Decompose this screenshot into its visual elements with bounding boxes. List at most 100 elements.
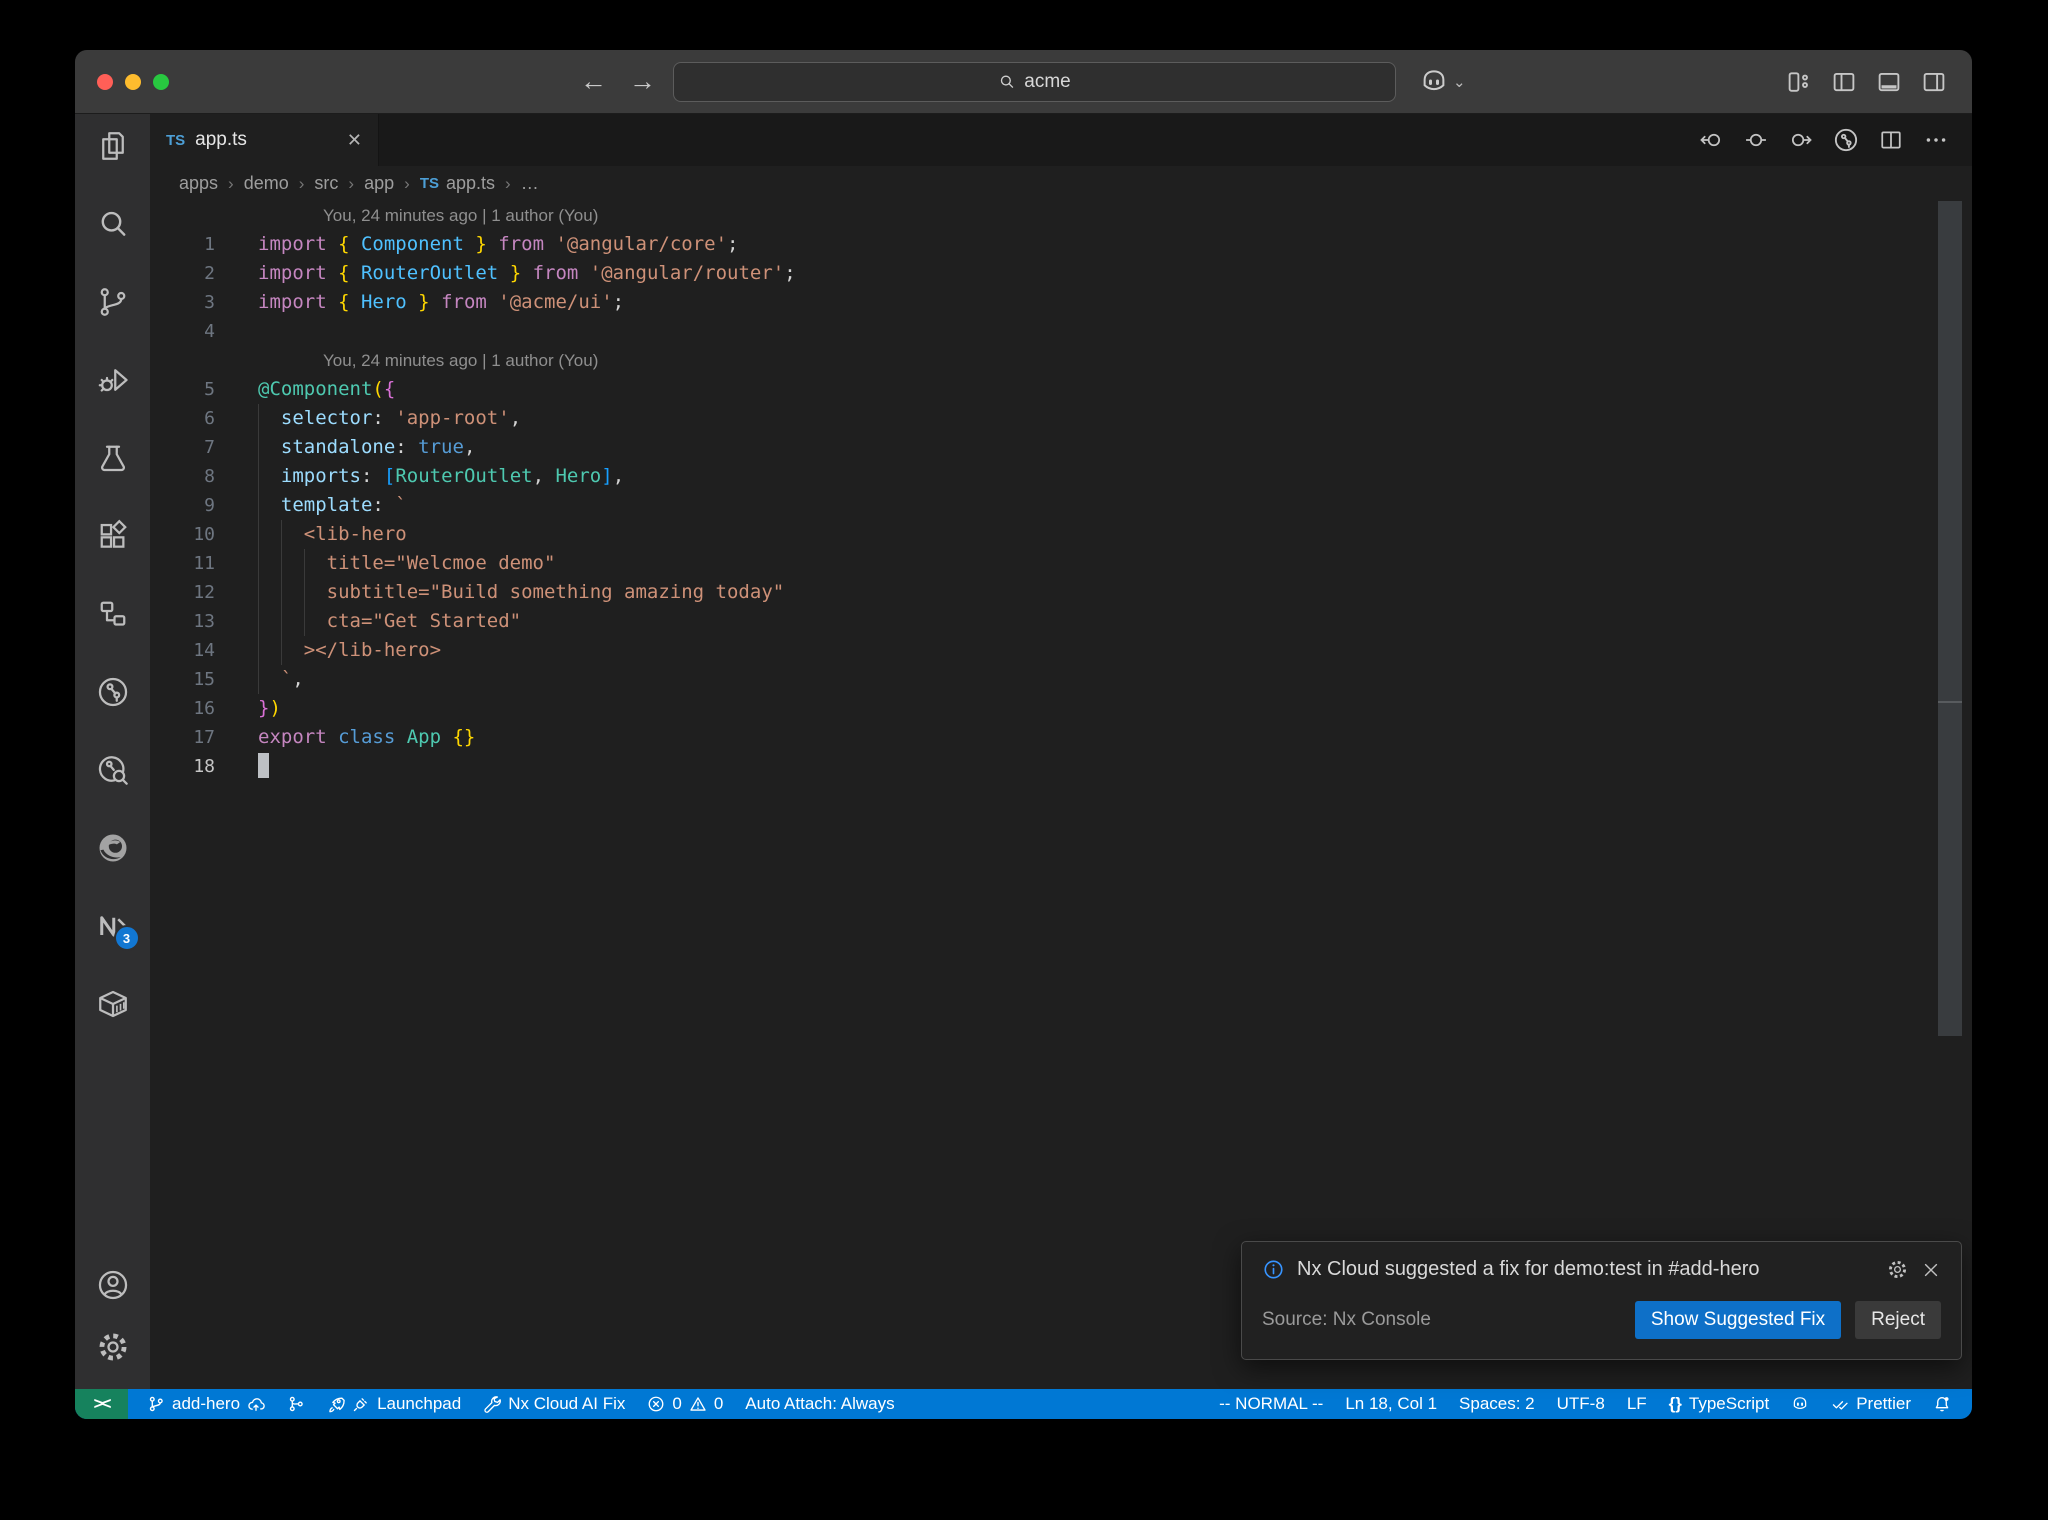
git-branch-icon	[247, 1395, 265, 1413]
go-forward-icon[interactable]: →	[629, 66, 656, 97]
go-back-icon[interactable]: ←	[580, 66, 607, 97]
status-vim-mode[interactable]: -- NORMAL --	[1208, 1389, 1334, 1419]
activity-item-gitlens[interactable]	[95, 674, 131, 710]
show-suggested-fix-button[interactable]: Show Suggested Fix	[1634, 1301, 1842, 1339]
status-nx-cloud-ai-fix[interactable]: Nx Cloud AI Fix	[472, 1389, 636, 1419]
breadcrumb-item[interactable]: apps	[179, 173, 218, 194]
status-encoding[interactable]: UTF-8	[1546, 1389, 1616, 1419]
activity-item-containers[interactable]	[95, 986, 131, 1022]
code-line: 10 <lib-hero	[150, 520, 1932, 549]
breadcrumb: apps › demo › src › app › TS app.ts ›…	[150, 166, 1972, 201]
copilot-menu[interactable]: ⌄	[1419, 50, 1466, 113]
toggle-primary-sidebar-button[interactable]	[1829, 67, 1859, 97]
close-window-button[interactable]	[97, 74, 113, 90]
status-bar: >< add-hero Launchpad Nx Cloud AI Fix 0 0 Aut…	[75, 1389, 1972, 1419]
status-prettier[interactable]: Prettier	[1820, 1389, 1922, 1419]
split-editor-button[interactable]	[1877, 126, 1905, 154]
vim-block-cursor	[258, 752, 269, 778]
tab-app-ts[interactable]: TS app.ts ✕	[150, 114, 379, 166]
customize-layout-button[interactable]	[1784, 67, 1814, 97]
activity-item-source-control[interactable]	[95, 284, 131, 320]
code-line: 6 selector: 'app-root',	[150, 404, 1932, 433]
scrollbar-slider[interactable]	[1938, 201, 1962, 1036]
chevron-right-icon: ›	[348, 173, 355, 193]
chevron-right-icon: ›	[298, 173, 305, 193]
line-number: 4	[204, 321, 215, 342]
chevron-right-icon: ›	[228, 173, 234, 193]
search-icon	[998, 73, 1016, 91]
breadcrumb-item[interactable]: src	[314, 173, 338, 194]
notification-settings-gear-icon[interactable]	[1886, 1258, 1909, 1281]
nav-back-icon	[1697, 126, 1725, 154]
status-git-graph[interactable]	[276, 1389, 316, 1419]
status-problems[interactable]: 00	[636, 1389, 734, 1419]
line-number: 6	[204, 408, 215, 429]
settings-icon	[95, 1329, 131, 1365]
status-eol[interactable]: LF	[1616, 1389, 1658, 1419]
nav-back-button[interactable]	[1697, 126, 1725, 154]
typescript-file-icon: TS	[419, 175, 439, 192]
activity-item-explorer[interactable]	[95, 128, 131, 164]
activity-item-edge-browser[interactable]	[95, 830, 131, 866]
notification-title: Nx Cloud suggested a fix for demo:test i…	[1297, 1258, 1760, 1280]
toggle-panel-icon	[1874, 67, 1904, 97]
activity-item-testing[interactable]	[95, 440, 131, 476]
indent-guide	[258, 404, 259, 694]
command-center-search[interactable]: acme	[673, 62, 1396, 102]
code-line: 8 imports: [RouterOutlet, Hero],	[150, 462, 1932, 491]
status-indentation[interactable]: Spaces: 2	[1448, 1389, 1546, 1419]
activity-item-nx-console[interactable]: 3	[95, 908, 140, 951]
copilot-icon	[1791, 1395, 1809, 1413]
window-controls	[97, 74, 169, 90]
status-notifications[interactable]	[1922, 1389, 1962, 1419]
breadcrumb-file[interactable]: TS app.ts	[420, 173, 495, 194]
editor-scrollbar[interactable]	[1938, 201, 1962, 1389]
commit-graph-button[interactable]	[1832, 126, 1860, 154]
split-editor-icon	[1877, 126, 1905, 154]
nx-badge: 3	[113, 925, 140, 951]
gitlens-search-icon	[95, 752, 131, 788]
status-language-mode[interactable]: {} TypeScript	[1658, 1389, 1781, 1419]
activity-item-references[interactable]	[95, 596, 131, 632]
close-icon[interactable]	[1921, 1260, 1941, 1280]
code-line: 5 @Component({	[150, 375, 1932, 404]
git-blame-annotation: You, 24 minutes ago | 1 author (You)	[323, 350, 599, 370]
status-git-branch[interactable]: add-hero	[136, 1389, 276, 1419]
status-copilot[interactable]	[1780, 1389, 1820, 1419]
search-icon	[95, 206, 131, 242]
activity-item-run-and-debug[interactable]	[95, 362, 131, 398]
activity-item-search[interactable]	[95, 206, 131, 242]
activity-item-settings[interactable]	[95, 1329, 131, 1365]
status-gitlens-launchpad[interactable]: Launchpad	[316, 1389, 472, 1419]
more-actions-button[interactable]	[1922, 126, 1950, 154]
remote-indicator[interactable]: ><	[75, 1389, 128, 1419]
references-icon	[95, 596, 131, 632]
code-line: 2 import { RouterOutlet } from '@angular/…	[150, 259, 1932, 288]
breadcrumb-item[interactable]: app	[364, 173, 394, 194]
nav-dot-button[interactable]	[1742, 126, 1770, 154]
status-cursor-position[interactable]: Ln 18, Col 1	[1334, 1389, 1448, 1419]
line-number: 13	[193, 611, 215, 632]
code-line: 14 ></lib-hero>	[150, 636, 1932, 665]
breadcrumb-more[interactable]: …	[521, 173, 539, 194]
close-tab-icon[interactable]: ✕	[347, 130, 362, 151]
toggle-panel-button[interactable]	[1874, 67, 1904, 97]
activity-item-gitlens-search[interactable]	[95, 752, 131, 788]
code-editor[interactable]: You, 24 minutes ago | 1 author (You) 1 imp…	[150, 201, 1972, 1389]
gitlens-launchpad-icon	[352, 1395, 370, 1413]
breadcrumb-item[interactable]: demo	[244, 173, 289, 194]
activity-item-extensions[interactable]	[95, 518, 131, 554]
zoom-window-button[interactable]	[153, 74, 169, 90]
toggle-secondary-sidebar-button[interactable]	[1919, 67, 1949, 97]
run-and-debug-icon	[95, 362, 131, 398]
status-auto-attach[interactable]: Auto Attach: Always	[734, 1389, 905, 1419]
line-number: 7	[204, 437, 215, 458]
minimize-window-button[interactable]	[125, 74, 141, 90]
code-line: 15 `,	[150, 665, 1932, 694]
nav-forward-button[interactable]	[1787, 126, 1815, 154]
nx-cloud-ai-fix-icon	[483, 1395, 501, 1413]
code-line: 13 cta="Get Started"	[150, 607, 1932, 636]
activity-item-accounts[interactable]	[95, 1267, 131, 1303]
nav-forward-icon	[1787, 126, 1815, 154]
reject-button[interactable]: Reject	[1855, 1301, 1941, 1339]
